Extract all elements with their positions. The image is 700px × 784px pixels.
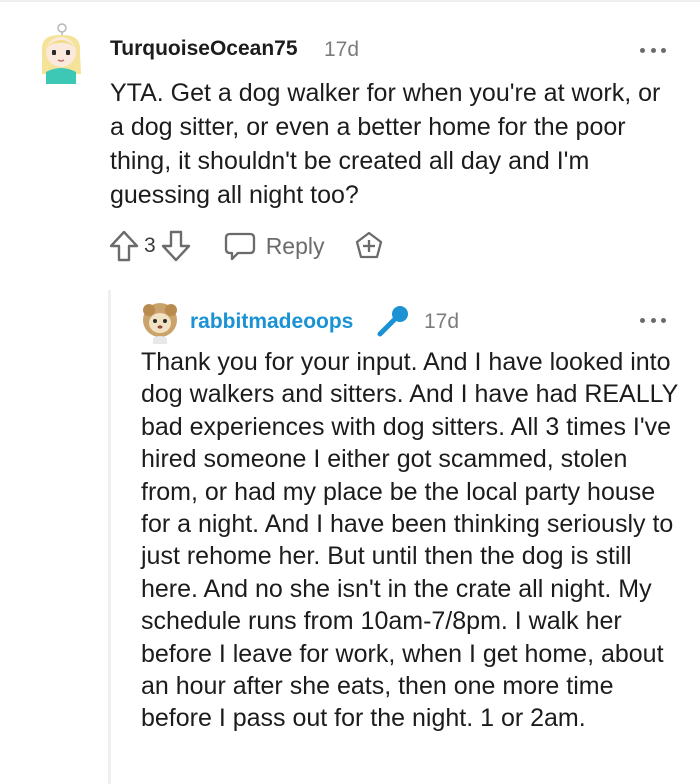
more-options-icon[interactable] (640, 46, 666, 54)
reply-icon (224, 231, 256, 261)
avatar[interactable] (34, 22, 88, 84)
top-divider (0, 0, 700, 2)
comment-actions: 3 Reply (108, 228, 385, 264)
comment-username[interactable]: TurquoiseOcean75 (110, 37, 298, 61)
reply-button[interactable]: Reply (224, 231, 325, 261)
comment-body: Thank you for your input. And I have loo… (141, 348, 678, 733)
avatar[interactable] (140, 300, 180, 344)
comment-body: YTA. Get a dog walker for when you're at… (110, 79, 661, 209)
upvote-icon[interactable] (108, 229, 140, 263)
thread-line[interactable] (108, 290, 111, 784)
award-icon[interactable] (353, 229, 385, 263)
microphone-icon (376, 302, 412, 338)
reply-label: Reply (265, 232, 325, 259)
more-options-icon[interactable] (640, 316, 666, 324)
vote-count: 3 (144, 234, 156, 257)
comment-timestamp: 17d (324, 38, 360, 61)
comment-timestamp: 17d (424, 310, 460, 333)
comment-username[interactable]: rabbitmadeoops (190, 310, 353, 334)
downvote-icon[interactable] (160, 229, 192, 263)
